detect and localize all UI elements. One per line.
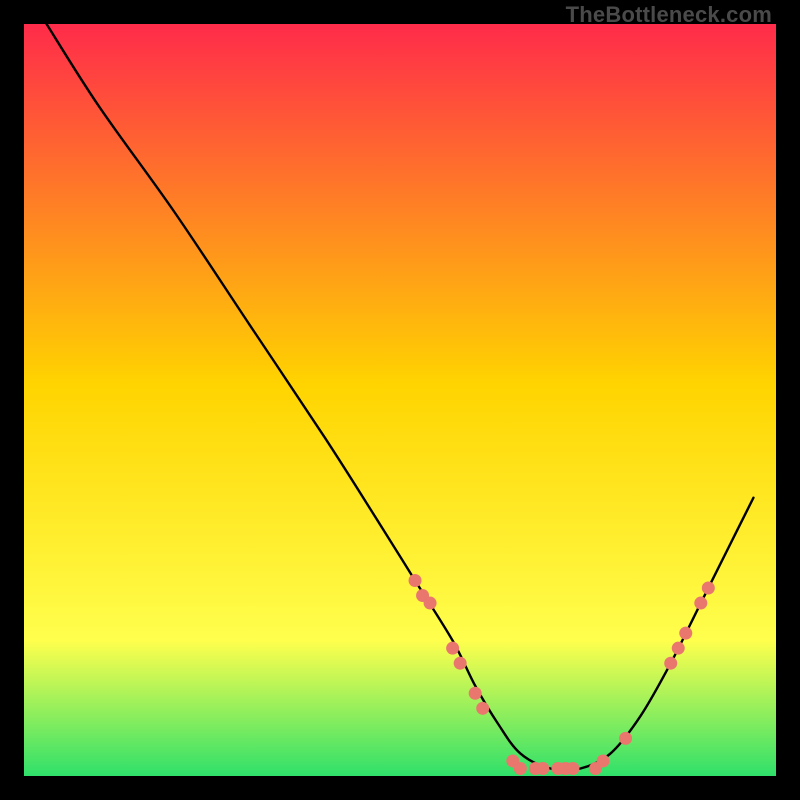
highlight-point (424, 597, 437, 610)
highlight-point (446, 642, 459, 655)
highlight-point (469, 687, 482, 700)
highlight-point (672, 642, 685, 655)
highlight-point (536, 762, 549, 775)
highlight-point (619, 732, 632, 745)
highlight-point (409, 574, 422, 587)
highlight-point (694, 597, 707, 610)
highlight-point (597, 754, 610, 767)
chart-frame (24, 24, 776, 776)
highlight-point (476, 702, 489, 715)
highlight-point (664, 657, 677, 670)
highlight-point (702, 582, 715, 595)
highlight-point (566, 762, 579, 775)
bottleneck-chart (24, 24, 776, 776)
highlight-point (454, 657, 467, 670)
highlight-point (514, 762, 527, 775)
gradient-background (24, 24, 776, 776)
highlight-point (679, 627, 692, 640)
